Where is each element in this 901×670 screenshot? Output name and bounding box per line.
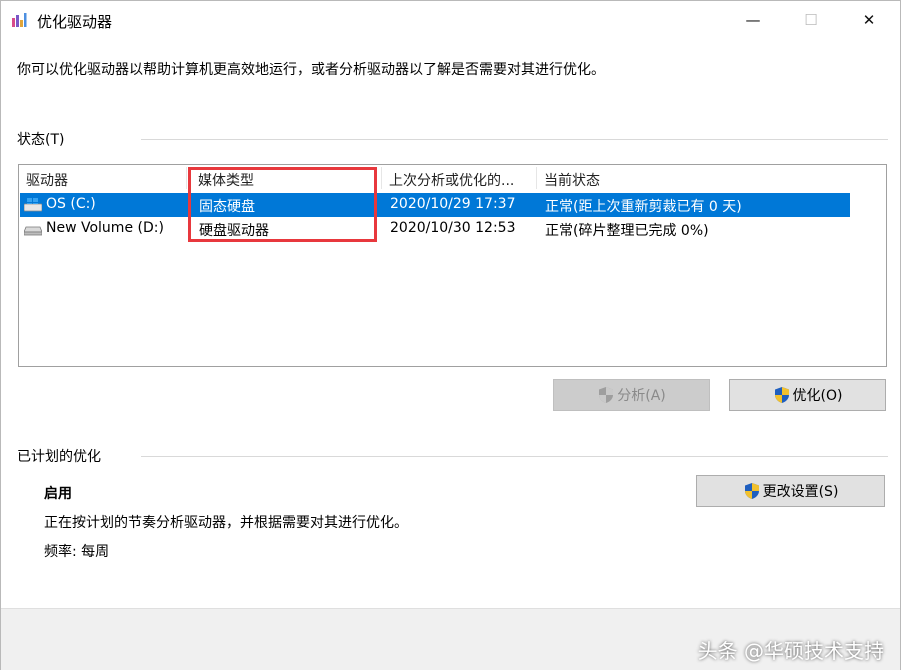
analyze-button[interactable]: 分析(A) xyxy=(553,379,710,411)
shield-icon xyxy=(774,387,789,403)
drive-row-d[interactable]: New Volume (D:) 硬盘驱动器 2020/10/30 12:53 正… xyxy=(20,217,850,241)
optimize-drives-window: 优化驱动器 — ☐ ✕ 你可以优化驱动器以帮助计算机更高效地运行，或者分析驱动器… xyxy=(0,0,901,670)
description-text: 你可以优化驱动器以帮助计算机更高效地运行，或者分析驱动器以了解是否需要对其进行优… xyxy=(17,62,605,78)
column-header-drive[interactable]: 驱动器 xyxy=(26,170,68,190)
optimize-drives-app-icon xyxy=(12,13,27,27)
drive-list[interactable]: 驱动器 媒体类型 上次分析或优化的... 当前状态 OS (C:) 固态硬盘 2… xyxy=(18,164,887,367)
current-status: 正常(碎片整理已完成 0%) xyxy=(545,223,709,239)
status-divider xyxy=(141,139,888,140)
last-run: 2020/10/30 12:53 xyxy=(390,220,516,236)
analyze-button-label: 分析(A) xyxy=(617,388,666,404)
column-separator xyxy=(381,167,382,189)
close-button[interactable]: ✕ xyxy=(846,1,892,39)
column-separator xyxy=(186,167,187,189)
change-settings-button-label: 更改设置(S) xyxy=(762,484,839,500)
last-run: 2020/10/29 17:37 xyxy=(390,196,516,212)
schedule-state: 启用 xyxy=(44,486,72,502)
column-header-last-run[interactable]: 上次分析或优化的... xyxy=(389,170,514,190)
title-bar: 优化驱动器 — ☐ ✕ xyxy=(1,1,900,39)
drive-row-c[interactable]: OS (C:) 固态硬盘 2020/10/29 17:37 正常(距上次重新剪裁… xyxy=(20,193,850,217)
drive-name: New Volume (D:) xyxy=(46,220,164,236)
footer-bar: 头条 @华硕技术支持 xyxy=(1,608,900,670)
watermark-text: 头条 @华硕技术支持 xyxy=(697,639,884,663)
media-type-highlight-box xyxy=(188,167,377,242)
shield-icon xyxy=(599,387,614,403)
scheduled-divider xyxy=(141,456,888,457)
change-settings-button[interactable]: 更改设置(S) xyxy=(696,475,885,507)
drive-name: OS (C:) xyxy=(46,196,96,212)
windows-drive-icon xyxy=(24,198,42,212)
status-section-label: 状态(T) xyxy=(17,132,65,148)
schedule-description: 正在按计划的节奏分析驱动器，并根据需要对其进行优化。 xyxy=(44,515,408,531)
optimize-button[interactable]: 优化(O) xyxy=(729,379,886,411)
schedule-frequency: 频率: 每周 xyxy=(44,544,110,560)
shield-icon xyxy=(744,483,759,499)
current-status: 正常(距上次重新剪裁已有 0 天) xyxy=(545,199,742,215)
scheduled-section-label: 已计划的优化 xyxy=(17,449,101,465)
maximize-button[interactable]: ☐ xyxy=(788,1,834,39)
hard-drive-icon xyxy=(24,226,42,236)
column-header-current-status[interactable]: 当前状态 xyxy=(544,170,600,190)
column-separator xyxy=(536,167,537,189)
window-title: 优化驱动器 xyxy=(37,13,113,31)
minimize-button[interactable]: — xyxy=(730,1,776,39)
optimize-button-label: 优化(O) xyxy=(792,388,843,404)
